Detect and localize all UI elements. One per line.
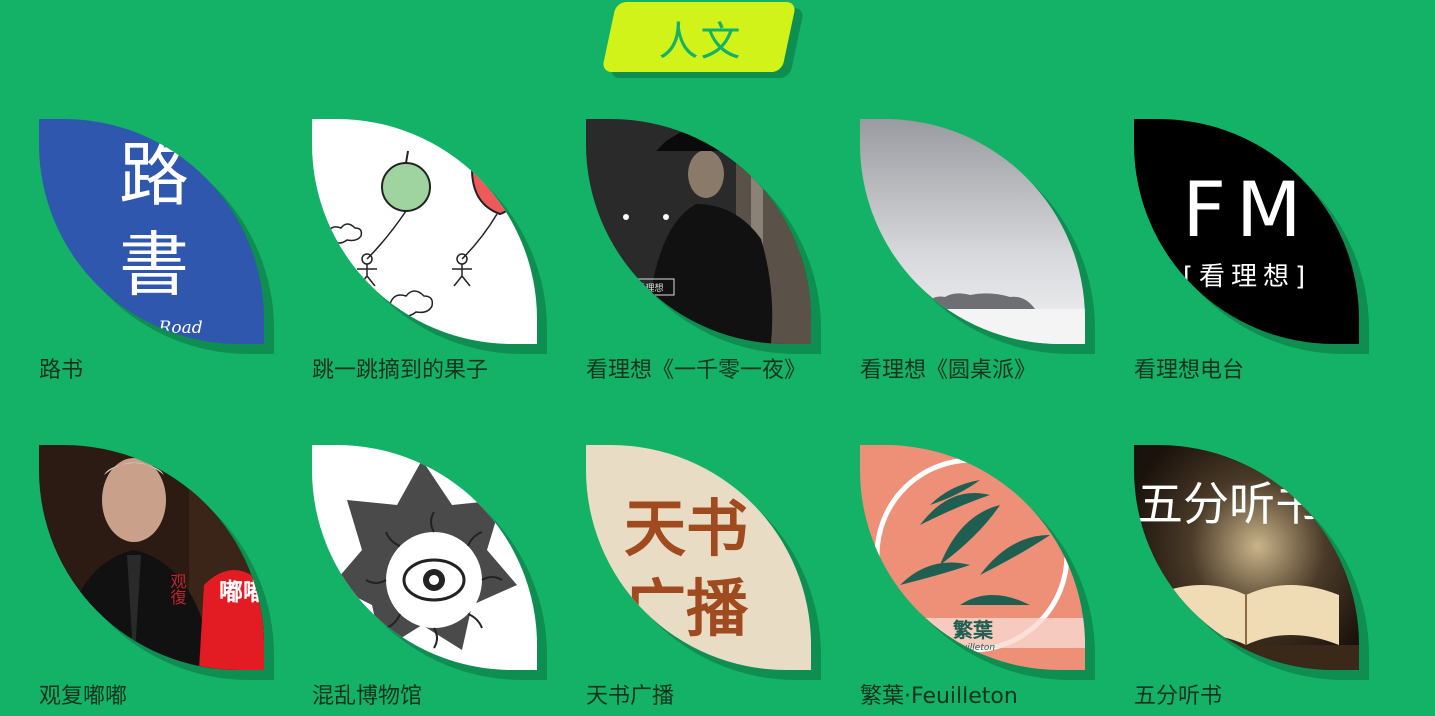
podcast-title[interactable]: 看理想《圆桌派》 [860,357,1080,385]
podcast-cover[interactable] [312,119,537,344]
podcast-cover[interactable]: 天书 广播 [586,445,811,670]
svg-text:書: 書 [119,224,189,306]
podcast-card-tianshu[interactable]: 天书 广播 天书广播 [586,445,826,711]
podcast-card-guozi[interactable]: 跳一跳摘到的果子 [312,119,552,385]
podcast-title[interactable]: 混乱博物馆 [312,683,532,711]
podcast-cover[interactable]: 五分听书 [1134,445,1359,670]
podcast-card-wufentingshu[interactable]: 五分听书 五分听书 [1134,445,1374,711]
svg-text:观復: 观復 [168,573,187,605]
podcast-title[interactable]: 路书 [39,357,259,385]
podcast-card-feuilleton[interactable]: 繁葉 Feuilleton 繁葉·Feuilleton [860,445,1100,711]
svg-text:路: 路 [119,134,189,216]
podcast-cover[interactable] [312,445,537,670]
podcast-card-yiqianlingyiye[interactable]: 看理想 土豆 看理想《一千零一夜》 [586,119,826,385]
svg-text:五分听书: 五分听书 [1137,477,1321,531]
section-header: 人文 [601,2,805,78]
podcast-cover[interactable]: FM [看理想] [1134,119,1359,344]
svg-text:土豆: 土豆 [648,303,662,312]
svg-text:广播: 广播 [624,572,749,645]
podcast-title[interactable]: 观复嘟嘟 [39,683,259,711]
podcast-cover[interactable]: 看理想 土豆 [586,119,811,344]
podcast-card-hunluan[interactable]: 混乱博物馆 [312,445,552,711]
svg-text:天书: 天书 [624,492,748,565]
svg-text:[看理想]: [看理想] [1183,262,1311,292]
podcast-card-lushu[interactable]: 路 書 On the Road 路书 [39,119,279,385]
svg-text:FM: FM [1182,165,1311,254]
podcast-card-guanfududu[interactable]: 观復 嘟嘟 观复嘟嘟 [39,445,279,711]
podcast-cover[interactable]: 繁葉 Feuilleton [860,445,1085,670]
podcast-cover[interactable] [860,119,1085,344]
podcast-cover[interactable]: 观復 嘟嘟 [39,445,264,670]
section-title: 人文 [658,19,743,65]
podcast-title[interactable]: 看理想《一千零一夜》 [586,357,806,385]
podcast-title[interactable]: 天书广播 [586,683,806,711]
podcast-title[interactable]: 看理想电台 [1134,357,1354,385]
podcast-card-yuanzhuopai[interactable]: 看理想《圆桌派》 [860,119,1100,385]
svg-text:On the Road: On the Road [95,318,203,338]
podcast-title[interactable]: 五分听书 [1134,683,1354,711]
podcast-cover[interactable]: 路 書 On the Road [39,119,264,344]
podcast-card-fm[interactable]: FM [看理想] 看理想电台 [1134,119,1374,385]
svg-text:看理想: 看理想 [636,282,663,294]
svg-text:繁葉: 繁葉 [953,618,994,642]
podcast-title[interactable]: 跳一跳摘到的果子 [312,357,532,385]
podcast-title[interactable]: 繁葉·Feuilleton [860,683,1080,711]
